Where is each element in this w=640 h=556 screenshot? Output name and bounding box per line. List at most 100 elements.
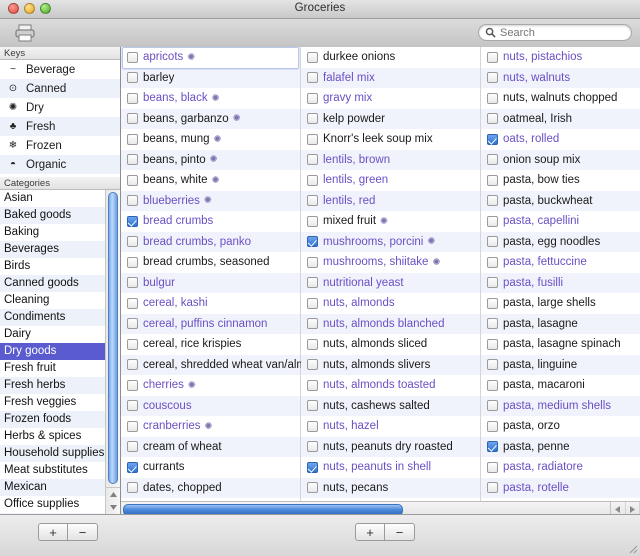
list-item[interactable]: nuts, cashews salted	[301, 396, 480, 417]
list-item[interactable]: durkee onions	[301, 47, 480, 68]
list-item[interactable]: pasta, buckwheat	[481, 191, 640, 212]
list-item[interactable]: nuts, almonds sliced	[301, 334, 480, 355]
item-checkbox[interactable]	[127, 195, 138, 206]
list-item[interactable]: apricots✺	[121, 47, 300, 68]
list-item[interactable]: pasta, egg noodles	[481, 232, 640, 253]
item-checkbox[interactable]	[487, 339, 498, 350]
items-horizontal-scrollbar[interactable]	[121, 501, 640, 515]
sidebar-item-birds[interactable]: Birds	[0, 258, 105, 275]
item-checkbox[interactable]	[307, 216, 318, 227]
list-item[interactable]: beans, white✺	[121, 170, 300, 191]
list-item[interactable]: nuts, almonds slivers	[301, 355, 480, 376]
list-item[interactable]: pasta, lasagne	[481, 314, 640, 335]
list-item[interactable]: pasta, fusilli	[481, 273, 640, 294]
list-item[interactable]: pasta, lasagne spinach	[481, 334, 640, 355]
list-item[interactable]: nuts, hazel	[301, 416, 480, 437]
item-checkbox[interactable]	[127, 93, 138, 104]
add-item-button[interactable]: +	[355, 523, 385, 541]
list-item[interactable]: cranberries✺	[121, 416, 300, 437]
list-item[interactable]: cherries✺	[121, 375, 300, 396]
list-item[interactable]: nuts, pistachios	[481, 47, 640, 68]
item-checkbox[interactable]	[127, 277, 138, 288]
item-checkbox[interactable]	[127, 236, 138, 247]
item-checkbox[interactable]	[487, 134, 498, 145]
list-item[interactable]: cereal, kashi	[121, 293, 300, 314]
item-checkbox[interactable]	[127, 339, 138, 350]
categories-scrollbar-thumb[interactable]	[108, 192, 118, 484]
item-checkbox[interactable]	[127, 113, 138, 124]
item-checkbox[interactable]	[307, 113, 318, 124]
item-checkbox[interactable]	[487, 216, 498, 227]
item-checkbox[interactable]	[127, 216, 138, 227]
item-checkbox[interactable]	[127, 482, 138, 493]
list-item[interactable]: nutritional yeast	[301, 273, 480, 294]
item-checkbox[interactable]	[307, 236, 318, 247]
item-checkbox[interactable]	[307, 441, 318, 452]
sidebar-item-baking[interactable]: Baking	[0, 224, 105, 241]
list-item[interactable]: pasta, orzo	[481, 416, 640, 437]
list-item[interactable]: currants	[121, 457, 300, 478]
list-item[interactable]: cereal, puffins cinnamon	[121, 314, 300, 335]
list-item[interactable]: kelp powder	[301, 109, 480, 130]
search-input[interactable]	[500, 27, 625, 39]
sidebar-item-canned-goods[interactable]: Canned goods	[0, 275, 105, 292]
item-checkbox[interactable]	[127, 257, 138, 268]
sidebar-item-cleaning[interactable]: Cleaning	[0, 292, 105, 309]
sidebar-item-frozen-foods[interactable]: Frozen foods	[0, 411, 105, 428]
list-item[interactable]: lentils, red	[301, 191, 480, 212]
list-item[interactable]: nuts, peanuts in shell	[301, 457, 480, 478]
sidebar-item-herbs-spices[interactable]: Herbs & spices	[0, 428, 105, 445]
item-checkbox[interactable]	[307, 93, 318, 104]
categories-scrollbar[interactable]	[105, 190, 120, 515]
list-item[interactable]: pasta, bow ties	[481, 170, 640, 191]
item-checkbox[interactable]	[307, 339, 318, 350]
list-item[interactable]: lentils, brown	[301, 150, 480, 171]
item-checkbox[interactable]	[307, 462, 318, 473]
item-checkbox[interactable]	[307, 359, 318, 370]
item-checkbox[interactable]	[127, 318, 138, 329]
item-checkbox[interactable]	[487, 113, 498, 124]
list-item[interactable]: pasta, penne	[481, 437, 640, 458]
item-checkbox[interactable]	[487, 421, 498, 432]
list-item[interactable]: cereal, shredded wheat van/alm	[121, 355, 300, 376]
list-item[interactable]: lentils, green	[301, 170, 480, 191]
item-checkbox[interactable]	[307, 195, 318, 206]
list-item[interactable]: dates, chopped	[121, 478, 300, 499]
list-item[interactable]: gravy mix	[301, 88, 480, 109]
item-checkbox[interactable]	[307, 134, 318, 145]
item-checkbox[interactable]	[307, 400, 318, 411]
item-checkbox[interactable]	[307, 52, 318, 63]
item-checkbox[interactable]	[307, 72, 318, 83]
list-item[interactable]: oats, rolled	[481, 129, 640, 150]
sidebar-item-fresh-fruit[interactable]: Fresh fruit	[0, 360, 105, 377]
remove-category-button[interactable]: −	[68, 523, 98, 541]
item-checkbox[interactable]	[307, 380, 318, 391]
item-checkbox[interactable]	[487, 52, 498, 63]
list-item[interactable]: pasta, large shells	[481, 293, 640, 314]
item-checkbox[interactable]	[127, 400, 138, 411]
item-checkbox[interactable]	[127, 154, 138, 165]
list-item[interactable]: bread crumbs, panko	[121, 232, 300, 253]
list-item[interactable]: beans, black✺	[121, 88, 300, 109]
item-checkbox[interactable]	[307, 154, 318, 165]
remove-item-button[interactable]: −	[385, 523, 415, 541]
item-checkbox[interactable]	[307, 298, 318, 309]
sidebar-item-dairy[interactable]: Dairy	[0, 326, 105, 343]
scroll-up-icon[interactable]	[106, 488, 120, 501]
item-checkbox[interactable]	[487, 257, 498, 268]
item-checkbox[interactable]	[307, 175, 318, 186]
list-item[interactable]: cream of wheat	[121, 437, 300, 458]
item-checkbox[interactable]	[307, 257, 318, 268]
list-item[interactable]: pasta, linguine	[481, 355, 640, 376]
search-field[interactable]	[478, 24, 632, 41]
scroll-down-icon[interactable]	[106, 501, 120, 514]
list-item[interactable]: mixed fruit✺	[301, 211, 480, 232]
list-item[interactable]: pasta, medium shells	[481, 396, 640, 417]
list-item[interactable]: pasta, rotelle	[481, 478, 640, 499]
list-item[interactable]: bulgur	[121, 273, 300, 294]
list-item[interactable]: couscous	[121, 396, 300, 417]
list-item[interactable]: beans, garbanzo✺	[121, 109, 300, 130]
item-checkbox[interactable]	[487, 175, 498, 186]
item-checkbox[interactable]	[127, 441, 138, 452]
item-checkbox[interactable]	[487, 441, 498, 452]
